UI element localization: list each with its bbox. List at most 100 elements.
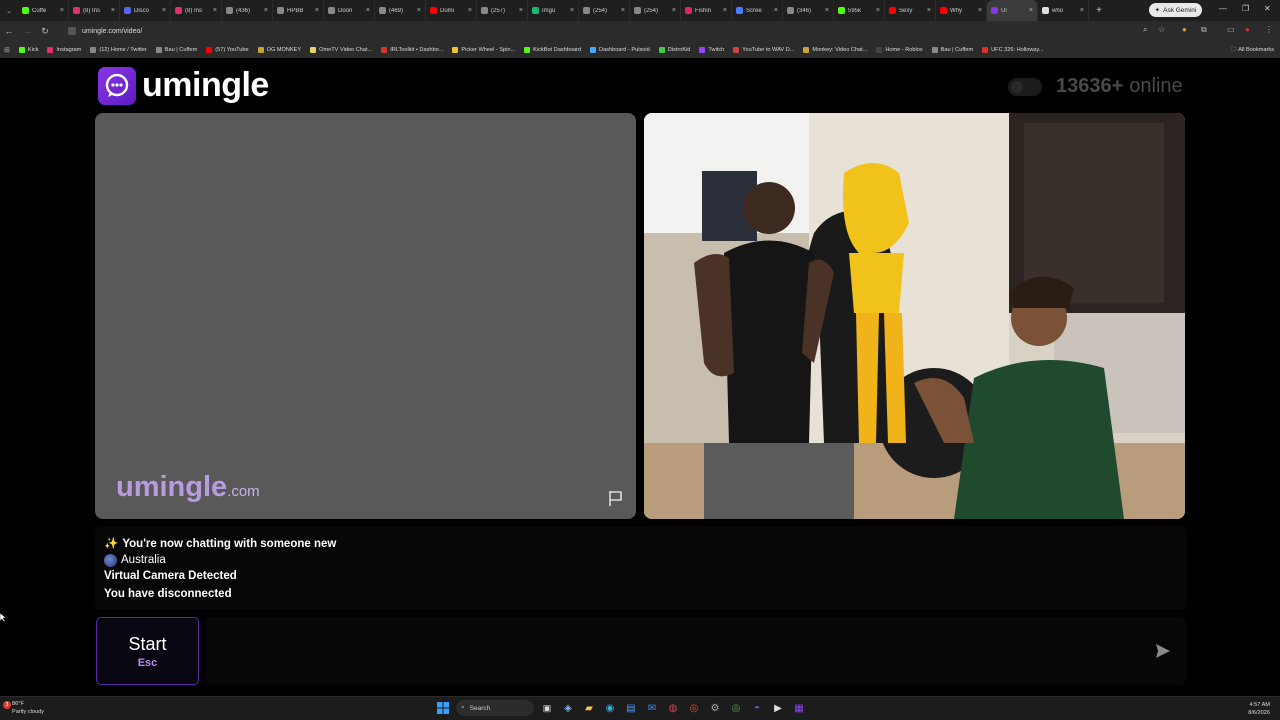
tab-close-icon[interactable]: × <box>774 7 778 14</box>
extensions-puzzle-icon[interactable]: ⧉ <box>1201 25 1207 35</box>
start-button[interactable]: Start Esc <box>96 617 199 685</box>
tab-close-icon[interactable]: × <box>876 7 880 14</box>
tab-close-icon[interactable]: × <box>417 7 421 14</box>
tab-close-icon[interactable]: × <box>162 7 166 14</box>
ask-gemini-button[interactable]: ✦ Ask Gemini <box>1149 3 1202 17</box>
windows-start-icon[interactable] <box>435 700 451 716</box>
theme-toggle[interactable] <box>1008 77 1042 96</box>
browser-tab[interactable]: Why × <box>936 0 987 21</box>
zoom-icon[interactable]: ⌕ <box>1143 25 1147 35</box>
browser-tab[interactable]: 595k × <box>834 0 885 21</box>
tab-close-icon[interactable]: × <box>60 7 64 14</box>
tab-close-icon[interactable]: × <box>672 7 676 14</box>
bookmark-item[interactable]: Kick <box>18 46 38 53</box>
browser-tab[interactable]: Scree × <box>732 0 783 21</box>
bookmark-item[interactable]: UFC 326: Holloway... <box>982 46 1044 53</box>
browser-tab[interactable]: Ui × <box>987 0 1038 21</box>
report-flag-icon[interactable] <box>606 489 624 507</box>
tab-close-icon[interactable]: × <box>825 7 829 14</box>
site-logo[interactable]: umingle <box>98 66 269 105</box>
tab-close-icon[interactable]: × <box>519 7 523 14</box>
bookmark-item[interactable]: YouTube to WAV D... <box>733 46 794 53</box>
tab-close-icon[interactable]: × <box>468 7 472 14</box>
bookmark-star-icon[interactable]: ☆ <box>1158 25 1165 34</box>
bookmark-item[interactable]: Twitch <box>699 46 724 53</box>
back-icon[interactable]: ← <box>0 26 18 36</box>
site-info-icon[interactable] <box>68 27 76 35</box>
system-clock[interactable]: 4:57 AM 8/6/2026 <box>1248 701 1270 717</box>
discord-icon[interactable]: ◓ <box>749 700 765 716</box>
apps-grid-icon[interactable]: ⊞ <box>4 46 10 54</box>
browser-tab[interactable]: (346) × <box>783 0 834 21</box>
browser-tab[interactable]: HPBB × <box>273 0 324 21</box>
bookmark-item[interactable]: Dashboard - Pulsoid <box>590 46 650 53</box>
chrome-alt-icon[interactable]: ◎ <box>728 700 744 716</box>
browser-tab[interactable]: who × <box>1038 0 1089 21</box>
tab-close-icon[interactable]: × <box>1080 7 1084 14</box>
media-player-icon[interactable]: ▶ <box>770 700 786 716</box>
cast-icon[interactable]: ▭ <box>1227 25 1235 34</box>
browser-tab[interactable]: Fishin × <box>681 0 732 21</box>
close-window-icon[interactable]: ✕ <box>1264 4 1271 13</box>
bookmark-item[interactable]: OG MONKEY <box>257 46 301 53</box>
menu-kebab-icon[interactable]: ⋮ <box>1265 25 1273 34</box>
browser-tab[interactable]: (8) Ins × <box>69 0 120 21</box>
message-input[interactable] <box>205 617 1186 685</box>
browser-tab[interactable]: Sexy × <box>885 0 936 21</box>
copilot-icon[interactable]: ◈ <box>560 700 576 716</box>
bookmark-item[interactable]: Bau | Cuffem <box>155 46 197 53</box>
browser-tab[interactable]: Cuffe × <box>18 0 69 21</box>
extension-icon[interactable]: ● <box>1182 25 1187 34</box>
task-view-icon[interactable]: ▣ <box>539 700 555 716</box>
tab-close-icon[interactable]: × <box>978 7 982 14</box>
twitch-icon[interactable]: ▦ <box>791 700 807 716</box>
chrome-icon[interactable]: ◎ <box>686 700 702 716</box>
tab-close-icon[interactable]: × <box>570 7 574 14</box>
browser-tab[interactable]: (254) × <box>630 0 681 21</box>
bookmark-item[interactable]: Bau | Cuffem <box>931 46 973 53</box>
weather-widget[interactable]: 86°F Partly cloudy <box>12 700 44 716</box>
browser-tab[interactable]: (254) × <box>579 0 630 21</box>
browser-tab[interactable]: (8) Ins × <box>171 0 222 21</box>
mail-icon[interactable]: ✉ <box>644 700 660 716</box>
new-tab-button[interactable]: + <box>1089 5 1109 16</box>
maximize-icon[interactable]: ❐ <box>1242 4 1249 13</box>
forward-icon[interactable]: → <box>18 26 36 36</box>
tab-close-icon[interactable]: × <box>621 7 625 14</box>
bookmark-item[interactable]: (12) Home / Twitter <box>90 46 147 53</box>
bookmark-item[interactable]: (57) YouTube <box>206 46 249 53</box>
bookmark-item[interactable]: DistroKid <box>658 46 690 53</box>
bookmark-item[interactable]: Instagram <box>47 46 81 53</box>
app-icon[interactable]: ◍ <box>665 700 681 716</box>
bookmark-item[interactable]: Home - Roblox <box>876 46 923 53</box>
url-field[interactable]: umingle.com/video/ <box>62 23 1162 39</box>
bookmark-item[interactable]: KickBot Dashboard <box>524 46 581 53</box>
bookmark-item[interactable]: OmeTV Video Chat... <box>310 46 372 53</box>
taskbar-search[interactable]: ⌕ Search <box>456 700 534 716</box>
browser-tab[interactable]: (257) × <box>477 0 528 21</box>
tab-close-icon[interactable]: × <box>111 7 115 14</box>
browser-tab[interactable]: (469) × <box>375 0 426 21</box>
tab-close-icon[interactable]: × <box>927 7 931 14</box>
tab-search-chevron-icon[interactable]: ⌄ <box>0 0 18 21</box>
tab-close-icon[interactable]: × <box>366 7 370 14</box>
tab-close-icon[interactable]: × <box>723 7 727 14</box>
settings-gear-icon[interactable]: ⚙ <box>707 700 723 716</box>
tab-close-icon[interactable]: × <box>264 7 268 14</box>
bookmark-item[interactable]: IRLToolkit • Dashbo... <box>381 46 443 53</box>
browser-tab[interactable]: Imgu × <box>528 0 579 21</box>
profile-avatar[interactable]: ● <box>1245 25 1250 34</box>
browser-tab[interactable]: (436) × <box>222 0 273 21</box>
tab-close-icon[interactable]: × <box>1029 7 1033 14</box>
bookmark-item[interactable]: Picker Wheel - Spin... <box>452 46 515 53</box>
store-icon[interactable]: ▤ <box>623 700 639 716</box>
browser-tab[interactable]: Disco × <box>120 0 171 21</box>
reload-icon[interactable]: ↻ <box>36 26 54 37</box>
minimize-icon[interactable]: — <box>1219 4 1227 13</box>
tab-close-icon[interactable]: × <box>315 7 319 14</box>
edge-icon[interactable]: ◉ <box>602 700 618 716</box>
all-bookmarks-button[interactable]: 🗀 All Bookmarks <box>1231 45 1274 55</box>
file-explorer-icon[interactable]: ▰ <box>581 700 597 716</box>
tab-close-icon[interactable]: × <box>213 7 217 14</box>
browser-tab[interactable]: Doori × <box>324 0 375 21</box>
